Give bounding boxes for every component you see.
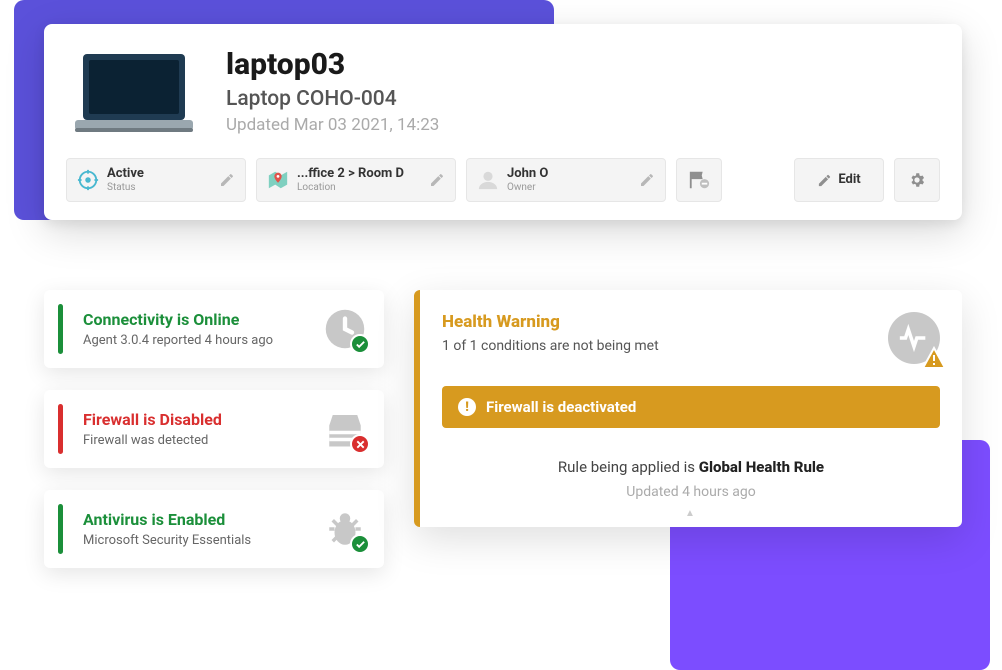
health-updated: Updated 4 hours ago [442,484,940,500]
device-name: laptop03 [226,48,439,81]
antivirus-sub: Microsoft Security Essentials [83,533,251,548]
device-info-row: Active Status ...ffice 2 > Room D Locati… [66,158,940,202]
flag-button[interactable] [676,158,722,202]
health-subtitle: 1 of 1 conditions are not being met [442,338,659,354]
status-stripe [58,304,63,354]
antivirus-title: Antivirus is Enabled [83,510,251,529]
connectivity-card[interactable]: Connectivity is Online Agent 3.0.4 repor… [44,290,384,368]
settings-button[interactable] [894,158,940,202]
flag-icon [688,169,710,191]
connectivity-title: Connectivity is Online [83,310,273,329]
device-updated: Updated Mar 03 2021, 14:23 [226,115,439,135]
status-field[interactable]: Active Status [66,158,246,202]
status-value: Active [107,167,144,181]
map-pin-icon [267,169,289,191]
health-alert-text: Firewall is deactivated [486,398,636,416]
health-rule: Rule being applied is Global Health Rule [442,458,940,476]
bug-icon [324,508,366,550]
connectivity-sub: Agent 3.0.4 reported 4 hours ago [83,333,273,348]
status-label: Status [107,182,144,193]
laptop-icon [66,48,202,138]
edit-icon[interactable] [219,172,235,188]
heartbeat-icon [888,312,940,364]
firewall-card[interactable]: Firewall is Disabled Firewall was detect… [44,390,384,468]
check-badge-icon [350,534,370,554]
error-badge-icon [350,434,370,454]
clock-icon [324,308,366,350]
status-stripe [58,504,63,554]
check-badge-icon [350,334,370,354]
expand-caret-icon[interactable]: ▲ [442,508,940,519]
owner-field[interactable]: John O Owner [466,158,666,202]
firewall-title: Firewall is Disabled [83,410,222,429]
gear-icon [908,171,926,189]
target-icon [77,169,99,191]
device-summary-card: laptop03 Laptop COHO-004 Updated Mar 03 … [44,24,962,220]
location-label: Location [297,182,404,193]
health-alert[interactable]: ! Firewall is deactivated [442,386,940,428]
edit-icon[interactable] [639,172,655,188]
antivirus-card[interactable]: Antivirus is Enabled Microsoft Security … [44,490,384,568]
health-warning-panel: Health Warning 1 of 1 conditions are not… [414,290,962,527]
owner-label: Owner [507,182,548,193]
location-value: ...ffice 2 > Room D [297,167,404,181]
edit-icon [817,173,832,188]
firewall-icon [324,408,366,450]
firewall-sub: Firewall was detected [83,433,222,448]
person-icon [477,169,499,191]
edit-icon[interactable] [429,172,445,188]
edit-button-label: Edit [838,173,860,187]
device-label: Laptop COHO-004 [226,87,439,111]
owner-value: John O [507,167,548,181]
health-title: Health Warning [442,312,659,332]
status-stripe [58,404,63,454]
location-field[interactable]: ...ffice 2 > Room D Location [256,158,456,202]
edit-button[interactable]: Edit [794,158,884,202]
warning-badge-icon [922,346,946,370]
exclamation-icon: ! [458,398,476,416]
